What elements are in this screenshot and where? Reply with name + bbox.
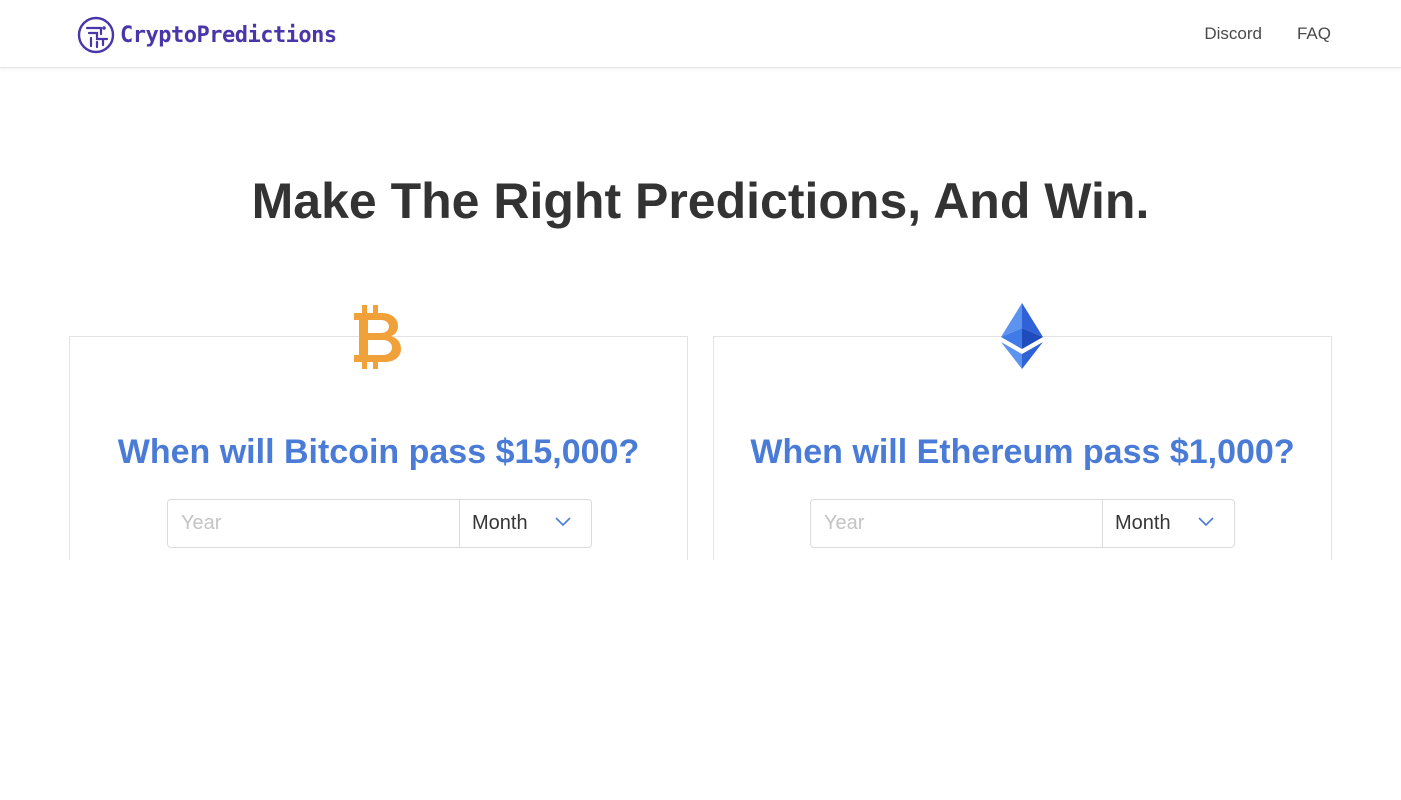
bitcoin-date-field-group: Month bbox=[167, 499, 592, 548]
ethereum-icon bbox=[987, 302, 1057, 372]
ethereum-month-select-value: Month bbox=[1115, 512, 1171, 534]
hero-title: Make The Right Predictions, And Win. bbox=[251, 173, 1150, 229]
top-navbar: CryptoPredictions Discord FAQ bbox=[0, 0, 1401, 68]
ethereum-year-input[interactable] bbox=[811, 500, 1103, 547]
chevron-down-icon bbox=[555, 517, 571, 527]
brand-name: CryptoPredictions bbox=[120, 22, 337, 48]
blank-area bbox=[0, 560, 1401, 800]
bitcoin-prediction-card: When will Bitcoin pass $15,000? Month bbox=[69, 336, 688, 576]
ethereum-date-field-group: Month bbox=[810, 499, 1235, 548]
nav-link-faq[interactable]: FAQ bbox=[1297, 24, 1331, 44]
bitcoin-question: When will Bitcoin pass $15,000? bbox=[117, 433, 640, 471]
bitcoin-month-select-value: Month bbox=[472, 512, 528, 534]
bitcoin-icon bbox=[343, 302, 413, 372]
circuit-logo-icon bbox=[77, 16, 115, 54]
ethereum-question: When will Ethereum pass $1,000? bbox=[750, 433, 1295, 471]
ethereum-prediction-card: When will Ethereum pass $1,000? Month bbox=[713, 336, 1332, 576]
bitcoin-month-select[interactable]: Month bbox=[460, 500, 591, 547]
chevron-down-icon bbox=[1198, 517, 1214, 527]
brand-logo-link[interactable]: CryptoPredictions bbox=[77, 16, 337, 54]
bitcoin-year-input[interactable] bbox=[168, 500, 460, 547]
nav-links: Discord FAQ bbox=[1204, 24, 1331, 44]
nav-link-discord[interactable]: Discord bbox=[1204, 24, 1262, 44]
ethereum-month-select[interactable]: Month bbox=[1103, 500, 1234, 547]
